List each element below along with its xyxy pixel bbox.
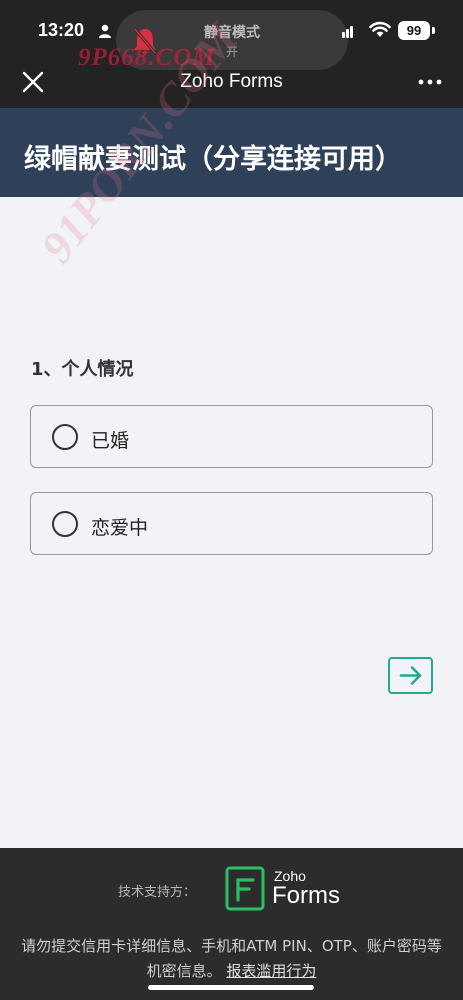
battery-tip: [432, 27, 435, 34]
person-icon: [99, 24, 111, 38]
radio-circle[interactable]: [52, 511, 78, 537]
cellular-signal-icon: [342, 26, 353, 38]
nav-title: Zoho Forms: [180, 71, 283, 92]
radio-circle[interactable]: [52, 424, 78, 450]
zoho-forms-logo: Zoho Forms: [224, 866, 364, 912]
logo-forms-text: Forms: [272, 882, 340, 909]
footer: 技术支持方： Zoho Forms 请勿提交信用卡详细信息、手机和ATM PIN…: [0, 848, 463, 1000]
option-label: 已婚: [91, 430, 130, 452]
arrow-right-icon: [399, 666, 422, 685]
next-button[interactable]: [388, 657, 433, 694]
status-time: 13:20: [38, 20, 85, 40]
wifi-icon: [369, 21, 391, 37]
battery-indicator: 99: [398, 21, 430, 40]
top-bar: 13:20 静音模式 开 99 9P668.COM Zoho Forms: [0, 0, 463, 108]
powered-by-label: 技术支持方：: [118, 885, 197, 900]
question-label: 1、个人情况: [31, 359, 134, 380]
form-header: 绿帽献妻测试（分享连接可用）: [0, 108, 463, 197]
form-title: 绿帽献妻测试（分享连接可用）: [24, 144, 402, 175]
report-abuse-link[interactable]: 报表滥用行为: [226, 962, 316, 980]
option-married[interactable]: 已婚: [30, 405, 433, 468]
watermark-top: 9P668.COM: [78, 44, 216, 71]
option-label: 恋爱中: [91, 517, 149, 539]
option-dating[interactable]: 恋爱中: [30, 492, 433, 555]
disclaimer-text: 请勿提交信用卡详细信息、手机和ATM PIN、OTP、账户密码等机密信息。 报表…: [20, 934, 443, 984]
zoho-forms-logo-icon: [225, 866, 265, 911]
home-indicator[interactable]: [148, 985, 314, 990]
more-options-button[interactable]: [414, 72, 446, 92]
